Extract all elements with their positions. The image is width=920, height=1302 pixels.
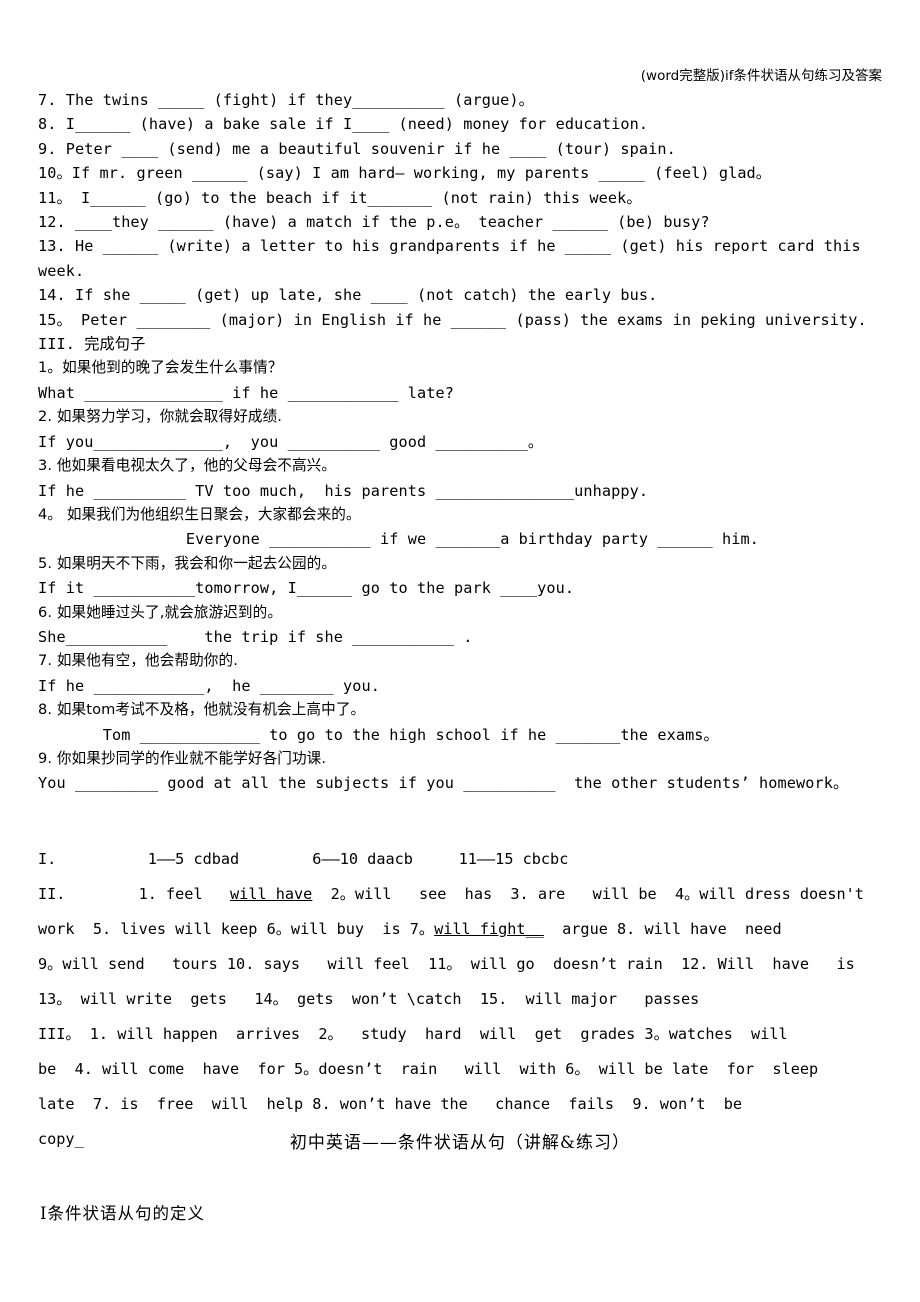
sentence-1-answer: What _______________ if he ____________ … [38, 383, 454, 402]
exercise-item-11: 11。 I______ (go) to the beach if it_____… [38, 188, 642, 207]
sentence-7-answer: If he ____________, he ________ you. [38, 676, 381, 695]
exercise-item-7: 7. The twins _____ (fight) if they______… [38, 91, 534, 109]
sentence-7-prompt: 7. 如果他有空，他会帮助你的. [38, 652, 238, 670]
sentence-9-prompt: 9. 你如果抄同学的作业就不能学好各门功课. [38, 749, 327, 767]
answer-key-part1: I. 1——5 cdbad 6——10 daacb 11——15 cbcbc [38, 850, 569, 868]
document-page: (word完整版)if条件状语从句练习及答案 7. The twins ____… [0, 0, 920, 1302]
running-header: (word完整版)if条件状语从句练习及答案 [640, 68, 882, 84]
exercise-item-10: 10。If mr. green ______ (say) I am hard— … [38, 164, 772, 183]
exercise-item-13: 13. He ______ (write) a letter to his gr… [38, 237, 870, 280]
answer-key-part3-line1: III。 1. will happen arrives 2。 study har… [38, 1025, 788, 1043]
sentence-4-answer: Everyone ___________ if we _______a birt… [38, 530, 760, 549]
section-heading-3: III. 完成句子 [38, 335, 146, 354]
document-title: 初中英语——条件状语从句（讲解&练习） [289, 1133, 631, 1153]
answer-key-underlined-will-have: will have [230, 885, 313, 903]
answer-key-part3-segment-a: work 5. lives will keep 6。will buy is 7。 [38, 920, 435, 938]
sentence-5-prompt: 5. 如果明天不下雨，我会和你一起去公园的。 [38, 554, 337, 572]
exercise-item-12: 12. ____they ______ (have) a match if th… [38, 213, 710, 232]
answer-key-part2-line2: work 5. lives will keep 6。will buy is 7。… [38, 912, 900, 947]
answer-key-part2-segment-b: 2。will see has 3. are will be 4。will dre… [312, 885, 864, 903]
sentence-6-answer: She___________ the trip if she _________… [38, 627, 473, 646]
answer-key-part3-line2: be 4. will come have for 5。doesn’t rain … [38, 1060, 819, 1078]
answer-key-part3-line3: late 7. is free will help 8. won’t have … [38, 1095, 743, 1113]
answer-key-part2-line3: 9。will send tours 10. says will feel 11。… [38, 955, 855, 973]
answer-key-part2-line1: II. 1. feel will have 2。will see has 3. … [38, 877, 900, 912]
sentence-1-prompt: 1。如果他到的晚了会发生什么事情？ [38, 359, 283, 377]
sentence-8-prompt: 8. 如果tom考试不及格，他就没有机会上高中了。 [38, 701, 366, 719]
sentence-2-prompt: 2. 如果努力学习，你就会取得好成绩. [38, 408, 283, 426]
answer-key-part2-segment-a: II. 1. feel [38, 885, 231, 903]
exercise-item-8: 8. I______ (have) a bake sale if I____ (… [38, 115, 649, 134]
answer-key-block: I. 1——5 cdbad 6——10 daacb 11——15 cbcbc I… [38, 842, 900, 1157]
section-definition-heading: I条件状语从句的定义 [40, 1204, 206, 1223]
sentence-6-prompt: 6. 如果她睡过头了,就会旅游迟到的。 [38, 603, 283, 621]
exercise-item-9: 9. Peter ____ (send) me a beautiful souv… [38, 139, 676, 158]
sentence-8-answer: Tom _____________ to go to the high scho… [38, 725, 719, 744]
sentence-3-prompt: 3. 他如果看电视太久了，他的父母会不高兴。 [38, 457, 337, 475]
answer-key-part3-segment-b: argue 8. will have need [543, 920, 782, 938]
exercise-body: 7. The twins _____ (fight) if they______… [38, 88, 898, 796]
sentence-5-answer: If it ___________tomorrow, I______ go to… [38, 579, 575, 598]
sentence-3-answer: If he __________ TV too much, his parent… [38, 481, 649, 500]
sentence-9-answer: You _________ good at all the subjects i… [38, 774, 849, 793]
sentence-4-prompt: 4。 如果我们为他组织生日聚会，大家都会来的。 [38, 505, 361, 523]
answer-key-part2-line4: 13。 will write gets 14。 gets won’t \catc… [38, 990, 700, 1008]
answer-key-underlined-will-fight: will fight__ [434, 920, 544, 938]
exercise-item-15: 15。 Peter ________ (major) in English if… [38, 310, 867, 329]
sentence-2-answer: If you______________, you __________ goo… [38, 432, 544, 451]
exercise-item-14: 14. If she _____ (get) up late, she ____… [38, 286, 658, 305]
